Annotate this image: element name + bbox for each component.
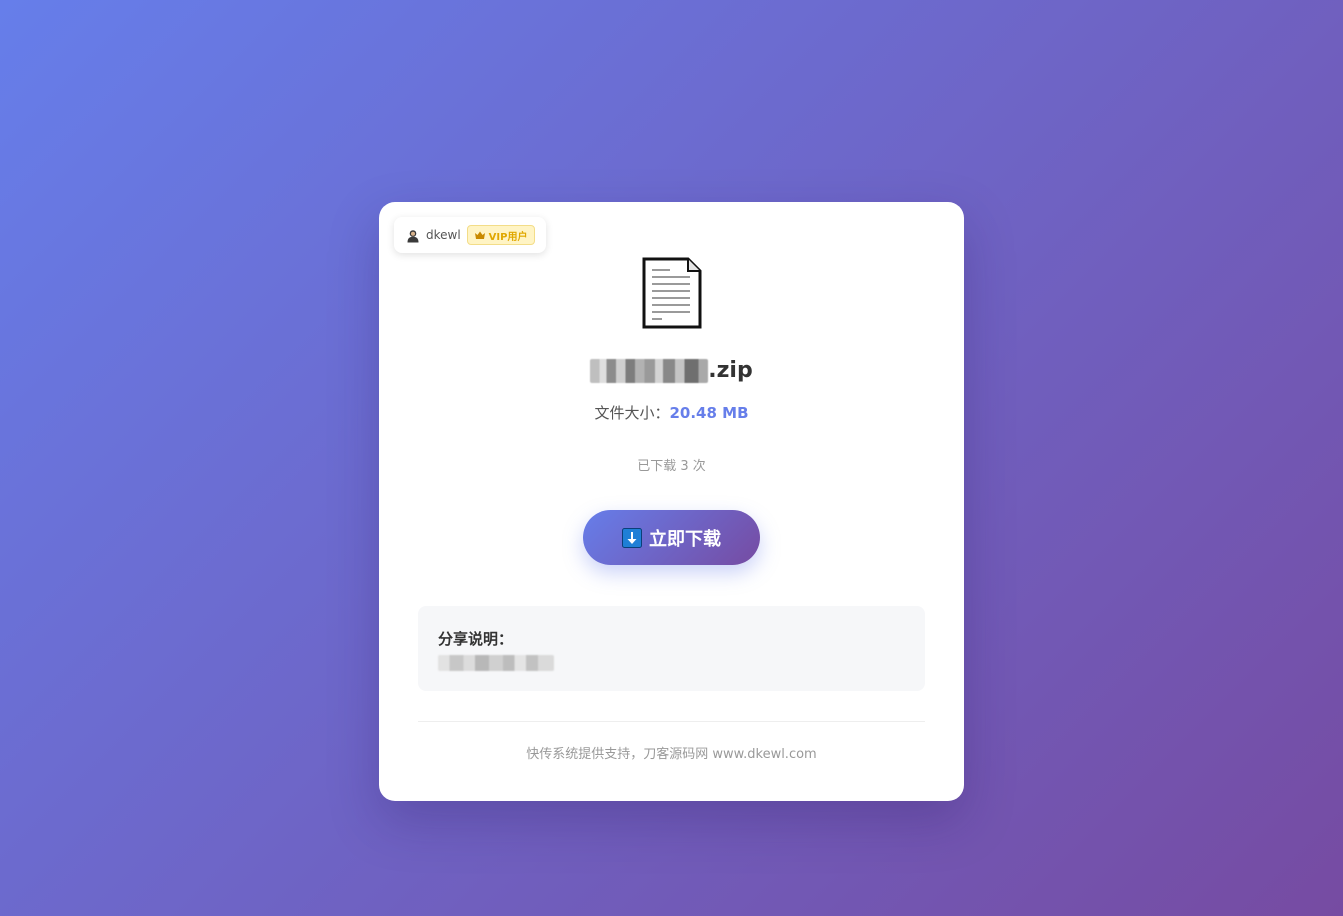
download-button[interactable]: 立即下载: [583, 510, 760, 565]
download-button-label: 立即下载: [649, 528, 721, 550]
footer: 快传系统提供支持，刀客源码网 www.dkewl.com: [526, 747, 817, 762]
file-size: 文件大小：20.48 MB: [379, 402, 964, 423]
share-description-label: 分享说明：: [438, 630, 514, 648]
file-size-label: 文件大小：: [594, 404, 670, 422]
file-extension: .zip: [708, 358, 753, 383]
user-icon: [406, 228, 420, 243]
download-card: dkewl VIP用户 .zip 文件大小：20.48 MB 已下载 3 次 立…: [379, 202, 964, 801]
download-count: 已下载 3 次: [637, 459, 706, 474]
download-arrow-icon: [622, 527, 642, 548]
vip-badge: VIP用户: [466, 225, 536, 245]
vip-label: VIP用户: [488, 231, 528, 243]
file-name-redacted: [590, 358, 709, 383]
divider: [418, 721, 925, 722]
file-document-icon: [642, 257, 702, 329]
share-description-redacted: [438, 655, 554, 671]
user-badge[interactable]: dkewl VIP用户: [394, 217, 547, 253]
file-size-value: 20.48 MB: [669, 404, 749, 422]
file-name: .zip: [379, 358, 964, 383]
share-description: 分享说明：: [418, 606, 925, 691]
username: dkewl: [426, 228, 461, 242]
crown-icon: [474, 231, 485, 239]
